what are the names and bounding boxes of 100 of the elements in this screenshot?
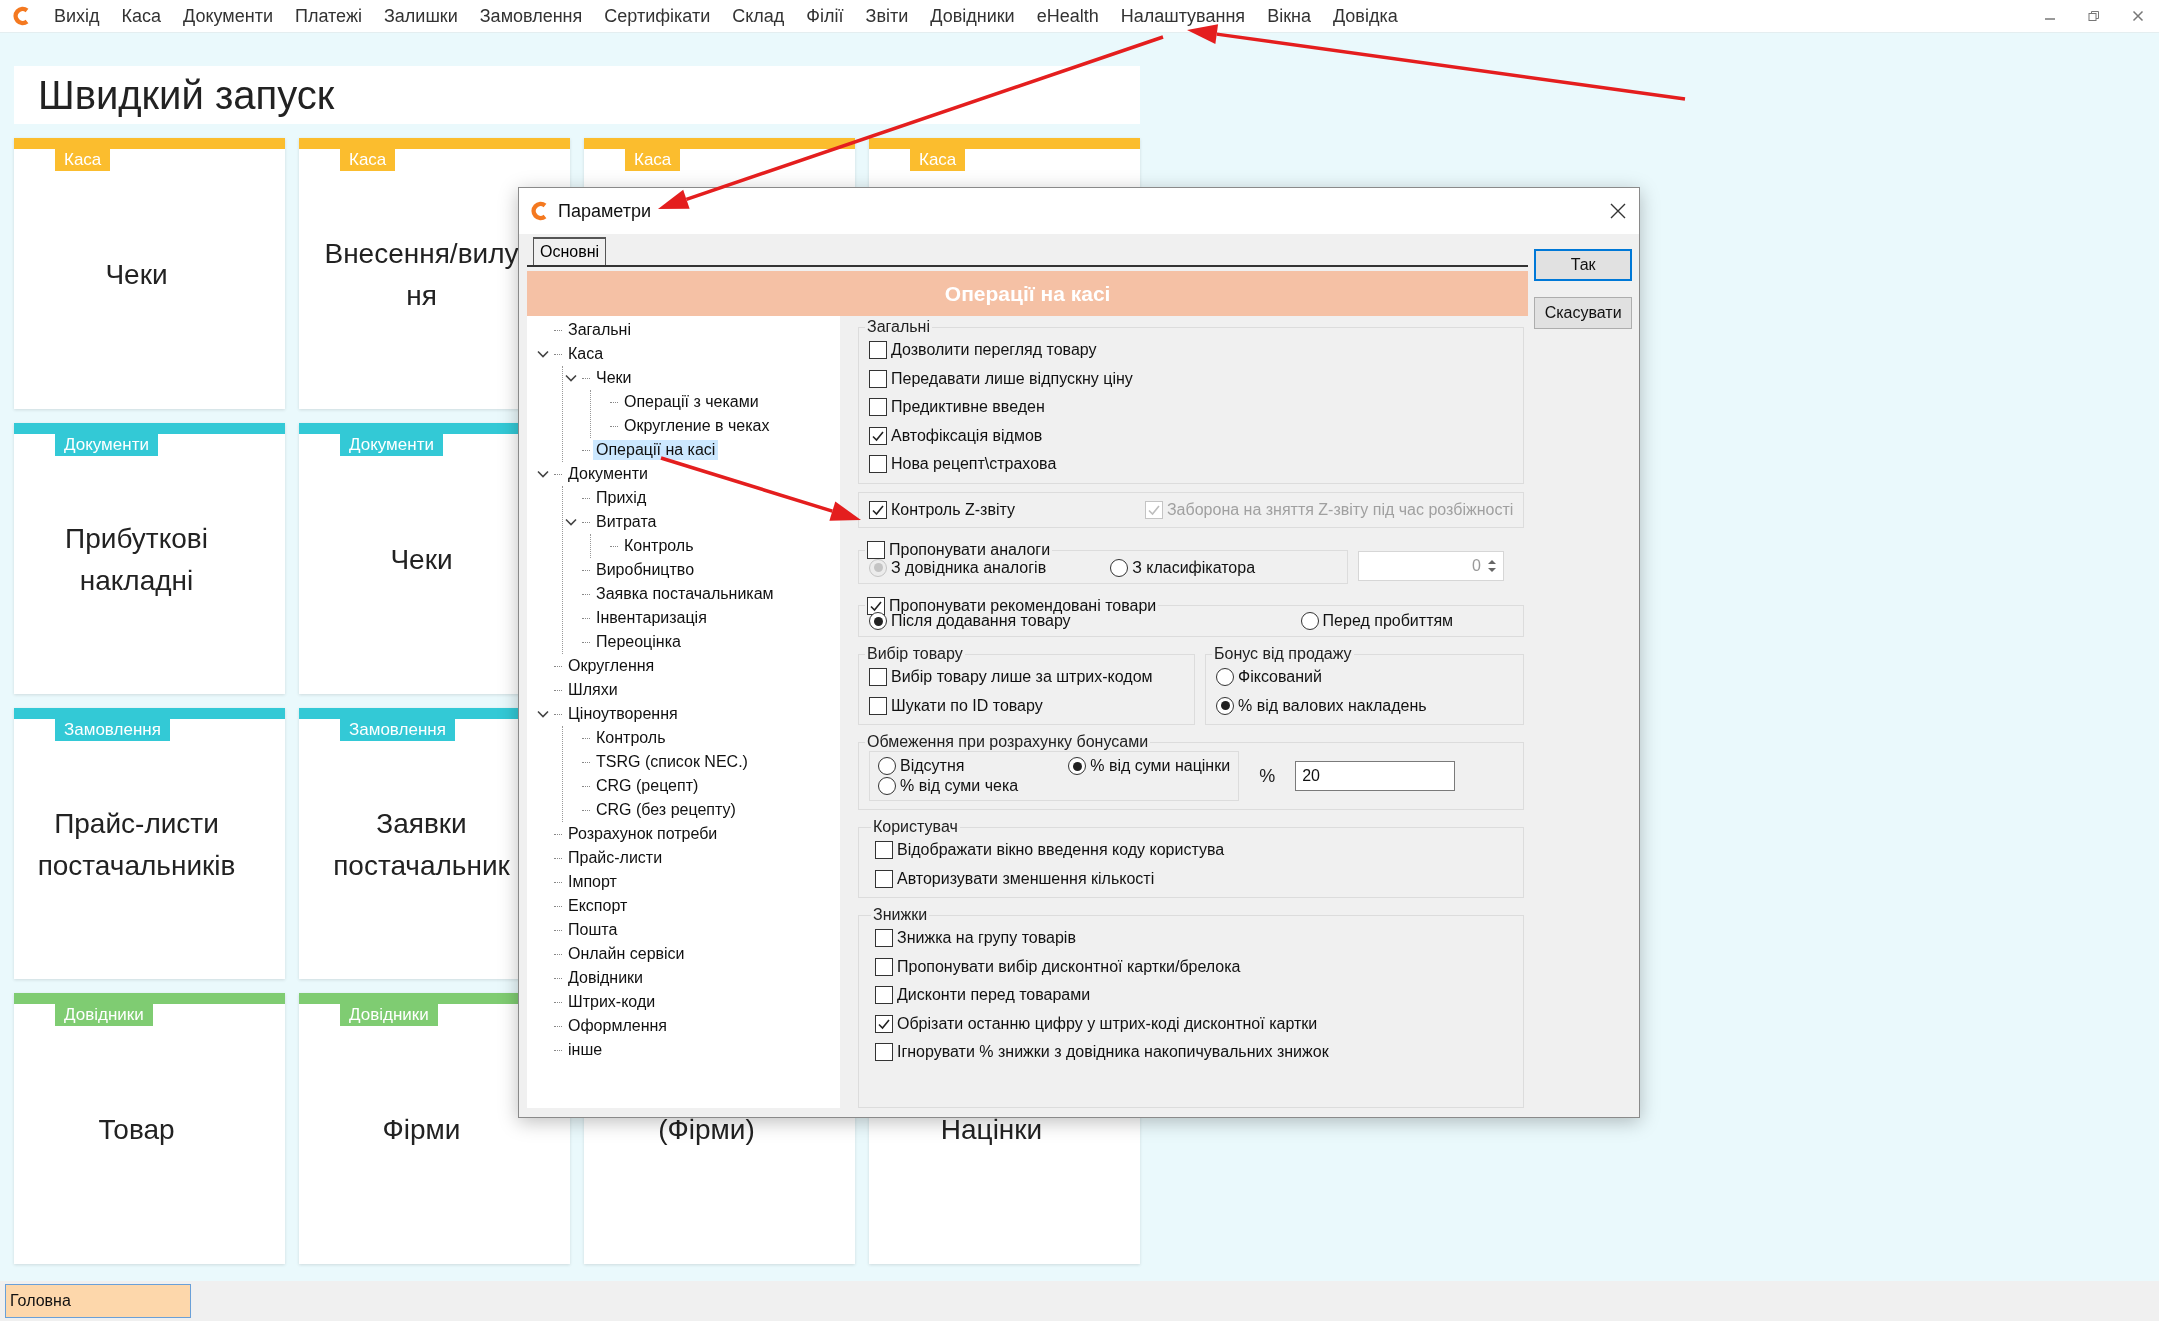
tree-item[interactable]: Заявка постачальникам [593, 584, 777, 604]
option-label: Контроль Z-звіту [891, 500, 1015, 519]
menu-item[interactable]: Вікна [1267, 5, 1311, 27]
tile-title: Прайс-листи [54, 807, 219, 841]
menu-item[interactable]: Звіти [865, 5, 909, 27]
group-title: Знижки [873, 906, 928, 923]
radio-button[interactable] [1300, 612, 1319, 630]
percent-label: % [1259, 765, 1276, 787]
menu-item[interactable]: Залишки [383, 5, 458, 27]
category-tag: Замовлення [55, 719, 170, 741]
category-tag: Довідники [55, 1004, 153, 1026]
radio-button[interactable] [869, 612, 887, 630]
option-label: Знижка на групу товарів [897, 929, 1076, 948]
tile-title: Товар [98, 1113, 175, 1147]
launch-tile[interactable]: Замовлення Прайс-листи постачальників [14, 708, 285, 979]
tree-item[interactable]: Контроль [621, 536, 697, 556]
checkbox[interactable] [875, 957, 893, 976]
option-label: Заборона на зняття Z-звіту під час розбіжності [1166, 500, 1514, 519]
launch-tile[interactable]: Довідники Фірми [299, 993, 570, 1264]
tree-item[interactable]: Чеки [593, 368, 635, 388]
option-label: Пропонувати вибір дисконтної картки/брелока [897, 957, 1241, 976]
menu-item[interactable]: Платежі [295, 5, 362, 27]
radio-button[interactable] [878, 757, 896, 775]
option-label: Предиктивне введен [891, 398, 1045, 417]
category-tag: Каса [625, 149, 681, 171]
dialog-button[interactable]: Скасувати [1534, 297, 1632, 329]
checkbox[interactable] [869, 341, 887, 360]
tile-title: постачальник [333, 849, 510, 883]
tree-item[interactable]: CRG (рецепт) [593, 776, 702, 796]
tree-item[interactable]: TSRG (список NEC.) [593, 752, 751, 772]
launch-tile[interactable]: Каса Чеки [14, 138, 285, 409]
checkbox[interactable] [869, 398, 887, 417]
dialog-button[interactable]: Так [1534, 249, 1632, 281]
menu-item[interactable]: Довідники [930, 5, 1015, 27]
tree-item[interactable]: Витрата [593, 512, 660, 532]
tree-item[interactable]: Прихід [593, 488, 650, 508]
tree-item[interactable]: Контроль [593, 728, 669, 748]
radio-button[interactable] [878, 777, 896, 795]
tile-title: Прибуткові [65, 522, 208, 556]
page-title: Швидкий запуск [38, 72, 335, 118]
group-title: Користувач [873, 818, 958, 835]
checkbox[interactable] [875, 929, 893, 948]
tree-item[interactable]: Переоцінка [593, 632, 684, 652]
tree-item[interactable]: Округление в чеках [621, 416, 773, 436]
tile-title: Внесення/вилу [324, 237, 519, 271]
option-label: Відсутня [900, 757, 965, 775]
checkbox[interactable] [869, 369, 887, 388]
tab[interactable]: Основні [533, 237, 607, 265]
category-tag: Каса [910, 149, 966, 171]
radio-button[interactable] [1216, 696, 1234, 715]
checkbox[interactable] [875, 841, 893, 860]
tile-title: Чеки [105, 258, 168, 292]
tile-title: постачальників [37, 849, 236, 883]
checkbox[interactable] [875, 869, 893, 888]
category-tag: Документи [55, 434, 158, 456]
tree-item[interactable]: Операції з чеками [621, 392, 762, 412]
menu-item[interactable]: Каса [121, 5, 162, 27]
checkbox[interactable] [867, 596, 885, 615]
menu-item[interactable]: Філії [806, 5, 844, 27]
option-label: Перед пробиттям [1322, 612, 1454, 630]
radio-button[interactable] [1216, 668, 1234, 687]
option-label: Відображати вікно введення коду користува [897, 841, 1225, 860]
group-title: Бонус від продажу [1214, 645, 1352, 662]
category-tag: Замовлення [340, 719, 455, 741]
menu-item[interactable]: Вихід [54, 5, 100, 27]
launch-tile[interactable]: Документи Прибуткові накладні [14, 423, 285, 694]
checkbox[interactable] [869, 696, 887, 715]
checkbox[interactable] [869, 455, 887, 474]
option-label: Нова рецепт\страхова [891, 455, 1057, 474]
radio-button[interactable] [1110, 558, 1129, 577]
launch-tile[interactable]: Довідники Товар [14, 993, 285, 1264]
option-label: Передавати лише відпускну ціну [891, 369, 1133, 388]
menu-item[interactable]: Документи [183, 5, 273, 27]
checkbox[interactable] [875, 986, 893, 1005]
option-label: З класифікатора [1132, 558, 1256, 577]
menu-item[interactable]: eHealth [1036, 5, 1099, 27]
checkbox[interactable] [869, 426, 887, 445]
window-tab[interactable]: Головна [5, 1284, 191, 1318]
menu-item[interactable]: Довідка [1332, 5, 1398, 27]
menu-item[interactable]: Сертифікати [604, 5, 711, 27]
tree-item[interactable]: Інвентаризація [593, 608, 710, 628]
category-tag: Довідники [340, 1004, 438, 1026]
tile-title: (Фірми) [658, 1113, 755, 1147]
menu-item[interactable]: Замовлення [479, 5, 583, 27]
tile-title: ня [406, 279, 437, 313]
checkbox[interactable] [875, 1043, 893, 1062]
checkbox[interactable] [869, 500, 887, 519]
input-field[interactable]: 20 [1295, 761, 1456, 791]
checkbox[interactable] [875, 1014, 893, 1033]
tree-item[interactable]: Виробництво [593, 560, 698, 580]
menu-item[interactable]: Склад [732, 5, 785, 27]
option-label: % від суми націнки [1090, 757, 1231, 775]
checkbox[interactable] [869, 668, 887, 687]
checkbox[interactable] [867, 541, 885, 560]
tree-item[interactable]: CRG (без рецепту) [593, 800, 739, 820]
tile-title: Націнки [940, 1113, 1043, 1147]
radio-button[interactable] [1068, 757, 1087, 775]
menu-item[interactable]: Налаштування [1120, 5, 1246, 27]
option-label: Шукати по ID товару [891, 696, 1043, 715]
tree-item[interactable]: Операції на касі [593, 440, 719, 460]
